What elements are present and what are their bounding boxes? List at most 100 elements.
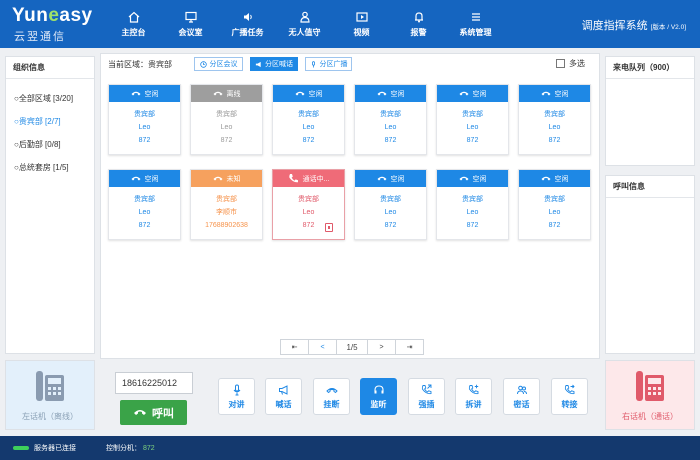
phone-add-icon (468, 384, 478, 394)
extension-card[interactable]: 空闲 贵宾部 Leo 872 (354, 84, 427, 155)
zone-meeting-button[interactable]: 分区会议 (194, 57, 243, 71)
action-label: 转接 (561, 399, 578, 409)
action-button-7[interactable]: 密话 (503, 378, 540, 415)
org-item-all[interactable]: ○全部区域 [3/20] (14, 87, 94, 110)
action-label: 监听 (370, 399, 387, 409)
card-status-label: 空闲 (390, 90, 405, 98)
action-label: 对讲 (228, 399, 245, 409)
card-name: Leo (220, 124, 233, 131)
mic-icon (311, 60, 315, 67)
zone-broadcast-label: 分区广播 (319, 61, 348, 68)
headset-icon (373, 384, 384, 393)
version-label: [版本 / V2.0] (650, 24, 686, 31)
org-item-vip[interactable]: ○贵宾部 [2/7] (14, 110, 94, 133)
extension-card[interactable]: 空闲 贵宾部 Leo 872 (108, 84, 181, 155)
handset-icon (213, 91, 222, 96)
logo-text: Yuneasy (12, 5, 93, 26)
card-number: 872 (548, 137, 561, 144)
system-name: 调度指挥系统 (581, 20, 648, 32)
card-status-header: 空闲 (355, 170, 426, 187)
card-name: Leo (138, 209, 151, 216)
nav-item-video[interactable]: 视频 (333, 0, 390, 48)
extension-card[interactable]: 空闲 贵宾部 Leo 872 (518, 84, 591, 155)
extension-card[interactable]: 离线 贵宾部 Leo 872 (190, 84, 263, 155)
card-department: 贵宾部 (462, 111, 483, 118)
card-number: 872 (384, 222, 397, 229)
next-page-button[interactable]: > (367, 339, 396, 355)
first-page-button[interactable]: ⇤ (280, 339, 309, 355)
nav-item-unattended[interactable]: 无人值守 (276, 0, 333, 48)
org-list: ○全部区域 [3/20] ○贵宾部 [2/7] ○后勤部 [0/8] ○总统套房… (6, 79, 94, 179)
extension-card[interactable]: 空闲 贵宾部 Leo 872 (272, 84, 345, 155)
clock-icon (199, 60, 207, 68)
multi-select-checkbox[interactable] (556, 59, 565, 68)
extension-card[interactable]: 空闲 贵宾部 Leo 872 (354, 169, 427, 240)
zone-shout-button[interactable]: 分区喊话 (250, 57, 298, 71)
nav-item-broadcast[interactable]: 广播任务 (219, 0, 276, 48)
card-status-header: 空闲 (519, 170, 590, 187)
card-department: 贵宾部 (298, 111, 319, 118)
action-label: 拆讲 (465, 399, 482, 409)
action-button-5[interactable]: 强插 (408, 378, 445, 415)
action-button-3[interactable]: 挂断 (313, 378, 350, 415)
card-status-label: 空闲 (554, 175, 569, 183)
card-status-header: 空闲 (437, 85, 508, 102)
card-number: 872 (466, 222, 479, 229)
nav-item-alarm[interactable]: 报警 (390, 0, 447, 48)
action-button-2[interactable]: 喊话 (265, 378, 302, 415)
card-status-label: 空闲 (308, 90, 323, 98)
right-phone-label: 右话机（通话） (622, 412, 678, 421)
card-status-header: 空闲 (355, 85, 426, 102)
org-item-suite[interactable]: ○总统套房 [1/5] (14, 156, 94, 179)
card-name: Leo (384, 209, 397, 216)
prev-page-button[interactable]: < (308, 339, 337, 355)
right-phone[interactable]: 右话机（通话） (605, 360, 695, 430)
action-button-4[interactable]: 监听 (360, 378, 397, 415)
incoming-queue-panel: 来电队列（900） (605, 56, 695, 166)
card-status-header: 离线 (191, 85, 262, 102)
nav-item-meeting[interactable]: 会议室 (162, 0, 219, 48)
extension-card[interactable]: 未知 贵宾部 李顺市 17688902638 (190, 169, 263, 240)
nav-item-console[interactable]: 主控台 (105, 0, 162, 48)
extension-card[interactable]: 通话中... 贵宾部 Leo 872 (272, 169, 345, 240)
action-button-8[interactable]: 转接 (551, 378, 588, 415)
call-button[interactable]: 呼叫 (120, 400, 187, 425)
card-number: 872 (302, 137, 315, 144)
connection-indicator (13, 446, 29, 450)
card-name: Leo (548, 124, 561, 131)
multi-select-label: 多选 (569, 59, 585, 68)
extension-card[interactable]: 空闲 贵宾部 Leo 872 (108, 169, 181, 240)
card-status-header: 未知 (191, 170, 262, 187)
zone-broadcast-button[interactable]: 分区广播 (305, 57, 352, 71)
handset-icon (131, 176, 140, 181)
extension-card[interactable]: 空闲 贵宾部 Leo 872 (436, 169, 509, 240)
main-nav: 主控台 会议室 广播任务 无人值守 视频 报警 系统管理 (105, 0, 504, 48)
card-department: 贵宾部 (380, 111, 401, 118)
dial-number-input[interactable] (115, 372, 193, 394)
card-name: Leo (384, 124, 397, 131)
handset-icon (459, 176, 468, 181)
page-indicator: 1/5 (336, 339, 368, 355)
desk-phone-icon (636, 371, 664, 401)
extension-card[interactable]: 空闲 贵宾部 Leo 872 (436, 84, 509, 155)
org-item-logistics[interactable]: ○后勤部 [0/8] (14, 133, 94, 156)
recording-icon[interactable] (325, 223, 333, 232)
handset-icon (541, 176, 550, 181)
speaker-icon (243, 12, 252, 21)
card-status-label: 未知 (226, 175, 241, 183)
extension-card[interactable]: 空闲 贵宾部 Leo 872 (518, 169, 591, 240)
card-name: Leo (548, 209, 561, 216)
phone-forward-icon (421, 384, 431, 394)
action-button-6[interactable]: 拆讲 (455, 378, 492, 415)
nav-item-system[interactable]: 系统管理 (447, 0, 504, 48)
action-button-1[interactable]: 对讲 (218, 378, 255, 415)
last-page-button[interactable]: ⇥ (395, 339, 424, 355)
action-label: 挂断 (323, 399, 340, 409)
server-status: 服务器已连接 (34, 445, 76, 452)
logo-subtitle: 云翌通信 (14, 31, 66, 43)
nav-label: 视频 (353, 27, 370, 37)
handset-icon (213, 176, 222, 181)
card-status-header: 空闲 (437, 170, 508, 187)
left-phone[interactable]: 左话机（离线） (5, 360, 95, 430)
megaphone-icon (278, 384, 287, 395)
